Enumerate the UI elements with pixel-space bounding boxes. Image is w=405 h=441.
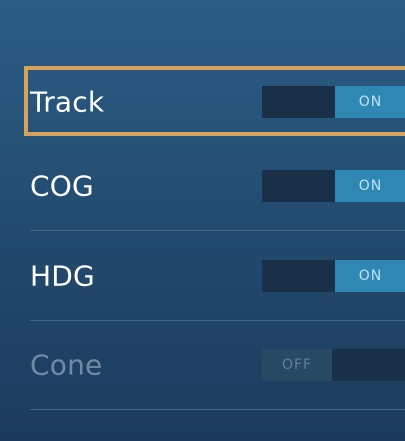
setting-label-cog: COG (30, 169, 94, 203)
focus-highlight (24, 66, 405, 136)
cone-toggle: OFF (262, 349, 405, 381)
setting-label-cone: Cone (30, 348, 103, 382)
row-divider (30, 409, 405, 410)
setting-row-hdg[interactable]: HDG ON (0, 231, 405, 321)
toggle-state-label: ON (335, 170, 405, 202)
toggle-state-label: ON (335, 260, 405, 292)
setting-label-hdg: HDG (30, 259, 95, 293)
setting-row-cog[interactable]: COG ON (0, 141, 405, 231)
settings-panel: Track ON COG ON HDG ON Cone OFF (0, 0, 405, 441)
setting-row-cone: Cone OFF (0, 320, 405, 410)
hdg-toggle[interactable]: ON (262, 260, 405, 292)
toggle-state-label: OFF (262, 349, 332, 381)
cog-toggle[interactable]: ON (262, 170, 405, 202)
